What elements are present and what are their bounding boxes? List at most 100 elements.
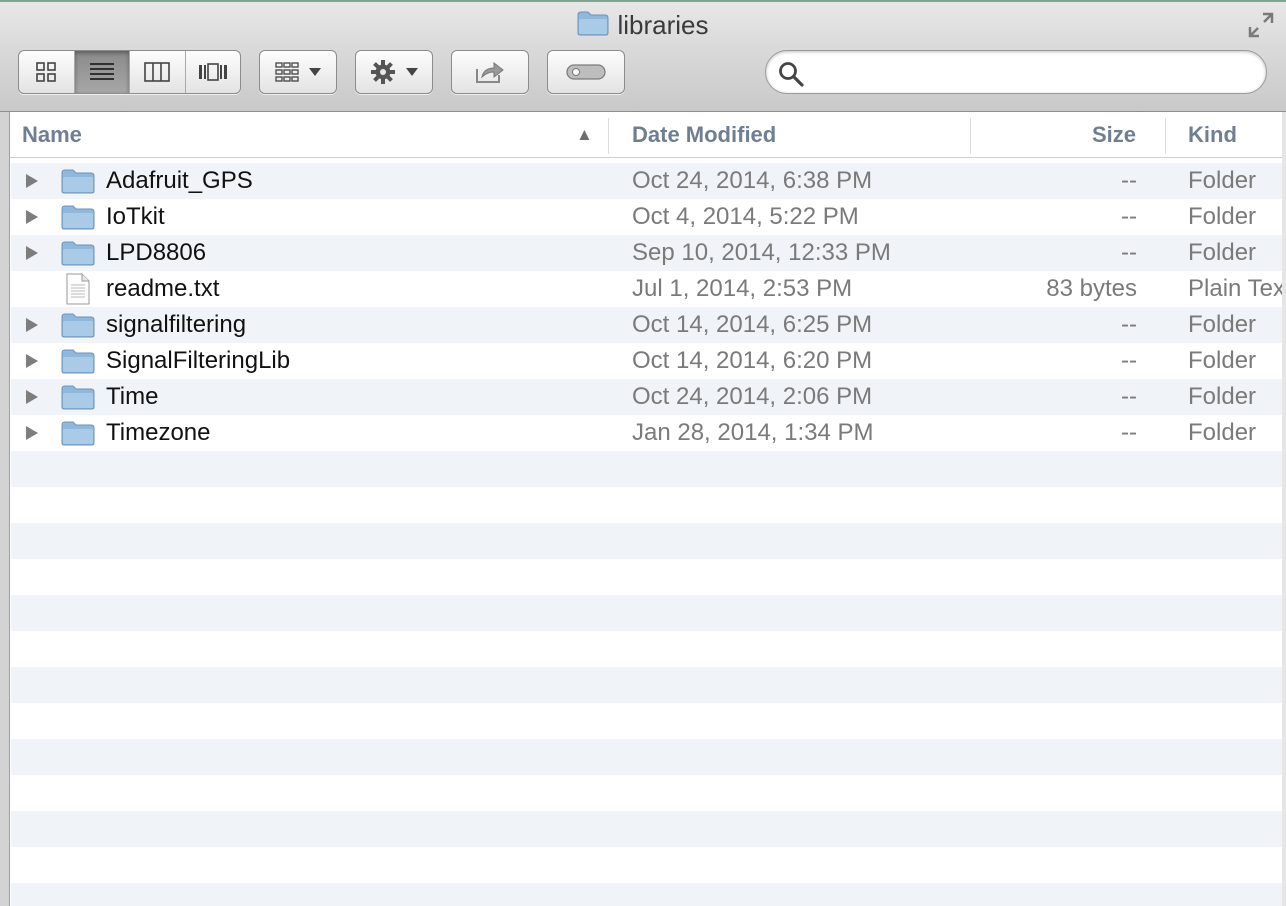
empty-row-stripe <box>11 451 1286 487</box>
column-divider[interactable] <box>608 118 609 154</box>
folder-icon <box>61 307 95 343</box>
share-icon <box>476 61 504 83</box>
chevron-down-icon <box>309 68 321 76</box>
file-size: -- <box>1121 239 1137 266</box>
size-header-label: Size <box>1092 122 1137 147</box>
file-row[interactable]: Time Oct 24, 2014, 2:06 PM -- Folder <box>11 379 1286 415</box>
file-kind: Folder <box>1188 419 1257 446</box>
file-kind: Folder <box>1188 383 1257 410</box>
chevron-down-icon <box>406 68 418 76</box>
toolbar: libraries <box>0 0 1286 112</box>
search-icon <box>779 62 804 87</box>
disclosure-triangle-icon[interactable] <box>25 163 45 199</box>
folder-icon <box>61 343 95 379</box>
file-name: SignalFilteringLib <box>106 347 291 374</box>
file-row[interactable]: Adafruit_GPS Oct 24, 2014, 6:38 PM -- Folde… <box>11 163 1286 199</box>
column-header: Name ▲ Date Modified Size Kind <box>10 112 1286 158</box>
disclosure-triangle-icon[interactable] <box>25 379 45 415</box>
sidebar-edge <box>0 112 10 906</box>
file-kind: Folder <box>1188 167 1257 194</box>
file-name: signalfiltering <box>106 311 247 338</box>
file-date-modified: Oct 24, 2014, 2:06 PM <box>632 383 873 410</box>
file-date-modified: Oct 24, 2014, 6:38 PM <box>632 167 873 194</box>
kind-header-label: Kind <box>1188 122 1237 147</box>
tags-button[interactable] <box>547 50 625 94</box>
top-strip <box>0 0 1286 2</box>
column-divider[interactable] <box>1165 118 1166 154</box>
file-size: -- <box>1121 347 1137 374</box>
file-size: -- <box>1121 419 1137 446</box>
cover-flow-button[interactable] <box>186 51 241 93</box>
file-kind: Folder <box>1188 347 1257 374</box>
file-row[interactable]: signalfiltering Oct 14, 2014, 6:25 PM -- Fo… <box>11 307 1286 343</box>
search-field[interactable] <box>765 50 1267 94</box>
share-button[interactable] <box>451 50 529 94</box>
folder-icon <box>61 235 95 271</box>
window-title-bar: libraries <box>0 8 1286 42</box>
disclosure-triangle-icon[interactable] <box>25 235 45 271</box>
search-input[interactable] <box>810 57 1250 87</box>
empty-row-stripe <box>11 739 1286 775</box>
fullscreen-icon[interactable] <box>1246 10 1276 40</box>
window-right-edge <box>1282 112 1286 906</box>
file-list: Adafruit_GPS Oct 24, 2014, 6:38 PM -- Folde… <box>11 163 1286 906</box>
file-kind: Plain Text <box>1188 275 1286 302</box>
icon-view-icon <box>36 62 57 82</box>
file-size: -- <box>1121 311 1137 338</box>
name-header-label: Name <box>22 122 82 147</box>
arrange-button[interactable] <box>259 50 337 94</box>
icon-view-button[interactable] <box>19 51 75 93</box>
folder-icon <box>61 415 95 451</box>
sort-arrow-icon[interactable]: ▲ <box>576 112 593 158</box>
column-view-icon <box>144 62 171 82</box>
window-title: libraries <box>617 9 709 40</box>
title-folder-icon <box>577 10 609 41</box>
disclosure-triangle-icon[interactable] <box>25 415 45 451</box>
folder-icon <box>61 379 95 415</box>
text-file-icon <box>61 271 95 307</box>
view-mode-control <box>18 50 241 94</box>
file-date-modified: Oct 4, 2014, 5:22 PM <box>632 203 859 230</box>
empty-row-stripe <box>11 811 1286 847</box>
disclosure-triangle-icon[interactable] <box>25 343 45 379</box>
disclosure-triangle-icon[interactable] <box>25 199 45 235</box>
file-kind: Folder <box>1188 239 1257 266</box>
file-row[interactable]: IoTkit Oct 4, 2014, 5:22 PM -- Folder <box>11 199 1286 235</box>
file-date-modified: Jan 28, 2014, 1:34 PM <box>632 419 874 446</box>
gear-icon <box>371 60 395 84</box>
file-date-modified: Sep 10, 2014, 12:33 PM <box>632 239 891 266</box>
file-date-modified: Jul 1, 2014, 2:53 PM <box>632 275 853 302</box>
file-row[interactable]: Timezone Jan 28, 2014, 1:34 PM -- Folder <box>11 415 1286 451</box>
file-name: LPD8806 <box>106 239 207 266</box>
file-size: -- <box>1121 203 1137 230</box>
column-divider[interactable] <box>970 118 971 154</box>
action-button[interactable] <box>355 50 433 94</box>
empty-row-stripe <box>11 523 1286 559</box>
date-header-label: Date Modified <box>632 122 777 147</box>
file-date-modified: Oct 14, 2014, 6:20 PM <box>632 347 873 374</box>
empty-row-stripe <box>11 667 1286 703</box>
list-view-button[interactable] <box>74 51 130 93</box>
file-name: Time <box>106 383 159 410</box>
cover-flow-icon <box>198 63 227 81</box>
file-kind: Folder <box>1188 311 1257 338</box>
kind-column-header[interactable]: Kind <box>1188 112 1237 158</box>
file-kind: Folder <box>1188 203 1257 230</box>
grid-arrange-icon <box>275 62 299 82</box>
tag-toggle-icon <box>566 64 606 80</box>
file-name: readme.txt <box>106 275 220 302</box>
folder-icon <box>61 199 95 235</box>
file-size: 83 bytes <box>1046 275 1137 302</box>
file-row[interactable]: readme.txt Jul 1, 2014, 2:53 PM 83 bytes Pl… <box>11 271 1286 307</box>
file-size: -- <box>1121 383 1137 410</box>
date-column-header[interactable]: Date Modified <box>632 112 776 158</box>
folder-icon <box>61 163 95 199</box>
empty-row-stripe <box>11 883 1286 906</box>
size-column-header[interactable]: Size <box>1092 112 1136 158</box>
file-date-modified: Oct 14, 2014, 6:25 PM <box>632 311 873 338</box>
file-row[interactable]: SignalFilteringLib Oct 14, 2014, 6:20 PM -… <box>11 343 1286 379</box>
name-column-header[interactable]: Name <box>22 112 82 158</box>
file-row[interactable]: LPD8806 Sep 10, 2014, 12:33 PM -- Folder <box>11 235 1286 271</box>
column-view-button[interactable] <box>130 51 186 93</box>
disclosure-triangle-icon[interactable] <box>25 307 45 343</box>
